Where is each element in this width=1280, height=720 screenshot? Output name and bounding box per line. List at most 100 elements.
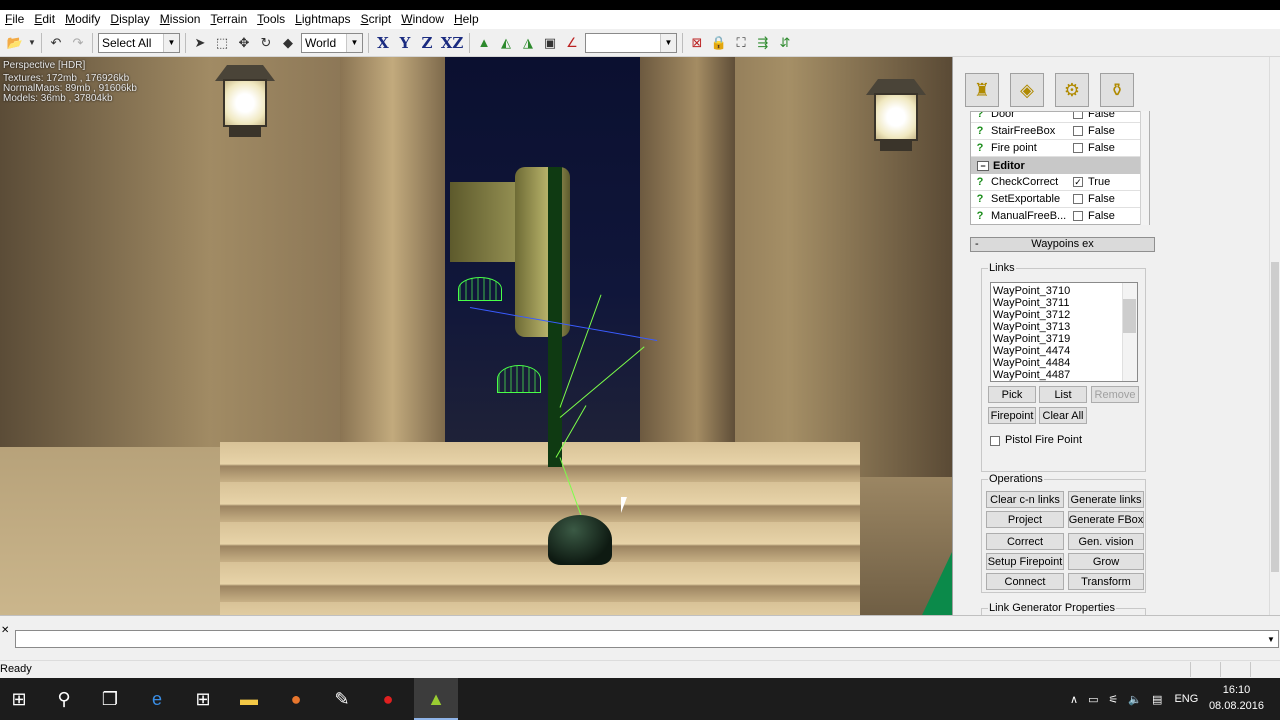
list-item[interactable]: WayPoint_3713 bbox=[991, 321, 1137, 333]
pick-button[interactable]: Pick bbox=[988, 386, 1036, 403]
panel-scrollbar[interactable] bbox=[1269, 57, 1280, 615]
menu-script[interactable]: Script bbox=[356, 11, 397, 28]
list-button[interactable]: List bbox=[1039, 386, 1087, 403]
dropdown-arrow-icon[interactable]: ▼ bbox=[27, 33, 37, 53]
panel-scrollbar-thumb[interactable] bbox=[1271, 262, 1279, 572]
delete-object-icon[interactable]: ⊠ bbox=[687, 33, 707, 53]
chevron-up-icon[interactable]: ∧ bbox=[1070, 693, 1078, 706]
tab-scripts-icon[interactable]: ⚱ bbox=[1100, 73, 1134, 107]
edge-browser-icon[interactable]: e bbox=[142, 684, 172, 714]
project-button[interactable]: Project bbox=[986, 511, 1064, 528]
tab-materials-icon[interactable]: ◈ bbox=[1010, 73, 1044, 107]
menu-help[interactable]: Help bbox=[449, 11, 484, 28]
recorder-icon[interactable]: ● bbox=[373, 684, 403, 714]
store-icon[interactable]: ⊞ bbox=[188, 684, 218, 714]
waypoint-pole[interactable] bbox=[548, 167, 562, 467]
rotate-icon[interactable]: ↻ bbox=[256, 33, 276, 53]
menu-lightmaps[interactable]: Lightmaps bbox=[290, 11, 355, 28]
waypoint-marker[interactable] bbox=[497, 365, 541, 393]
open-folder-icon[interactable]: 📂 bbox=[5, 33, 25, 53]
terrain-tool-icon[interactable]: ▲ bbox=[474, 33, 494, 53]
undo-icon[interactable]: ↶ bbox=[46, 33, 66, 53]
file-explorer-icon[interactable]: ▬ bbox=[234, 684, 264, 714]
language-indicator[interactable]: ENG bbox=[1174, 693, 1198, 705]
waypoint-marker[interactable] bbox=[458, 277, 502, 301]
volume-icon[interactable]: 🔈 bbox=[1128, 693, 1142, 706]
menu-modify[interactable]: Modify bbox=[60, 11, 105, 28]
terrain-sculpt-icon[interactable]: ◮ bbox=[518, 33, 538, 53]
frame-select-icon[interactable]: ⛶ bbox=[731, 33, 751, 53]
task-view-icon[interactable]: ❐ bbox=[95, 684, 125, 714]
list-item[interactable]: WayPoint_3711 bbox=[991, 297, 1137, 309]
search-icon[interactable]: ⚲ bbox=[49, 684, 79, 714]
close-icon[interactable]: ✕ bbox=[1, 625, 9, 636]
grid-snap-icon[interactable]: ⇵ bbox=[775, 33, 795, 53]
generate-fbox-button[interactable]: Generate FBox bbox=[1068, 511, 1144, 528]
transform-button[interactable]: Transform bbox=[1068, 573, 1144, 590]
move-icon[interactable]: ✥ bbox=[234, 33, 254, 53]
list-item[interactable]: WayPoint_3712 bbox=[991, 309, 1137, 321]
tab-settings-icon[interactable]: ⚙ bbox=[1055, 73, 1089, 107]
editor-taskbar-button[interactable]: ▲ bbox=[414, 678, 458, 720]
firefox-icon[interactable]: ● bbox=[281, 684, 311, 714]
waypoint-node[interactable] bbox=[548, 515, 612, 565]
firepoint-button[interactable]: Firepoint bbox=[988, 407, 1036, 424]
gen-vision-button[interactable]: Gen. vision bbox=[1068, 533, 1144, 550]
camera-icon[interactable]: ▣ bbox=[540, 33, 560, 53]
menu-window[interactable]: Window bbox=[396, 11, 449, 28]
waypoints-section-header[interactable]: - Waypoins ex bbox=[970, 237, 1155, 252]
door-checkbox[interactable] bbox=[1073, 112, 1083, 119]
snap-icon[interactable]: ⇶ bbox=[753, 33, 773, 53]
measure-icon[interactable]: ∠ bbox=[562, 33, 582, 53]
axis-y-button[interactable]: Y bbox=[395, 33, 415, 53]
clear-all-button[interactable]: Clear All bbox=[1039, 407, 1087, 424]
links-listbox[interactable]: WayPoint_3710 WayPoint_3711 WayPoint_371… bbox=[990, 282, 1138, 382]
generate-links-button[interactable]: Generate links bbox=[1068, 491, 1144, 508]
list-item[interactable]: WayPoint_4484 bbox=[991, 357, 1137, 369]
connect-button[interactable]: Connect bbox=[986, 573, 1064, 590]
redo-icon[interactable]: ↷ bbox=[68, 33, 88, 53]
tab-objects-icon[interactable]: ♜ bbox=[965, 73, 999, 107]
menu-edit[interactable]: Edit bbox=[29, 11, 60, 28]
property-category-editor[interactable]: − Editor bbox=[971, 157, 1149, 174]
pistol-fire-point-checkbox[interactable] bbox=[990, 436, 1000, 446]
network-icon[interactable]: ⚟ bbox=[1108, 693, 1118, 706]
stairfreebox-checkbox[interactable] bbox=[1073, 126, 1083, 136]
menu-mission[interactable]: Mission bbox=[155, 11, 206, 28]
windows-start-icon[interactable]: ⊞ bbox=[4, 684, 34, 714]
links-scrollbar-thumb[interactable] bbox=[1123, 299, 1136, 333]
select-region-icon[interactable]: ⬚ bbox=[212, 33, 232, 53]
lock-icon[interactable]: 🔒 bbox=[709, 33, 729, 53]
axis-xz-button[interactable]: XZ bbox=[439, 33, 465, 53]
menu-file[interactable]: File bbox=[0, 11, 29, 28]
list-item[interactable]: WayPoint_3719 bbox=[991, 333, 1137, 345]
terrain-paint-icon[interactable]: ◭ bbox=[496, 33, 516, 53]
coordinate-space-combo[interactable]: World ▼ bbox=[301, 32, 363, 53]
notification-icon[interactable]: ▤ bbox=[1152, 693, 1162, 706]
command-input[interactable]: ▼ bbox=[15, 630, 1279, 648]
app-icon[interactable]: ✎ bbox=[327, 684, 357, 714]
battery-icon[interactable]: ▭ bbox=[1088, 693, 1098, 706]
correct-button[interactable]: Correct bbox=[986, 533, 1064, 550]
collapse-icon[interactable]: - bbox=[975, 238, 979, 251]
selection-filter-combo[interactable]: Select All ▼ bbox=[98, 32, 180, 53]
setup-firepoint-button[interactable]: Setup Firepoint bbox=[986, 553, 1064, 570]
list-item[interactable]: WayPoint_4487 bbox=[991, 369, 1137, 381]
axis-z-button[interactable]: Z bbox=[417, 33, 437, 53]
select-arrow-icon[interactable]: ➤ bbox=[190, 33, 210, 53]
list-item[interactable]: WayPoint_4474 bbox=[991, 345, 1137, 357]
clock[interactable]: 16:10 08.08.2016 bbox=[1209, 682, 1264, 714]
firepoint-checkbox[interactable] bbox=[1073, 143, 1083, 153]
manualfreebox-checkbox[interactable] bbox=[1073, 211, 1083, 221]
property-grid-scrollbar[interactable] bbox=[1140, 111, 1149, 225]
grow-button[interactable]: Grow bbox=[1068, 553, 1144, 570]
menu-tools[interactable]: Tools bbox=[252, 11, 290, 28]
3d-viewport[interactable]: Perspective [HDR] Textures: 172mb , 1769… bbox=[0, 57, 952, 615]
chevron-down-icon[interactable]: ▼ bbox=[1264, 631, 1278, 647]
collapse-icon[interactable]: − bbox=[977, 160, 989, 171]
menu-display[interactable]: Display bbox=[105, 11, 154, 28]
menu-terrain[interactable]: Terrain bbox=[205, 11, 252, 28]
axis-x-button[interactable]: X bbox=[373, 33, 393, 53]
scale-icon[interactable]: ◆ bbox=[278, 33, 298, 53]
checkcorrect-checkbox[interactable]: ✓ bbox=[1073, 177, 1083, 187]
